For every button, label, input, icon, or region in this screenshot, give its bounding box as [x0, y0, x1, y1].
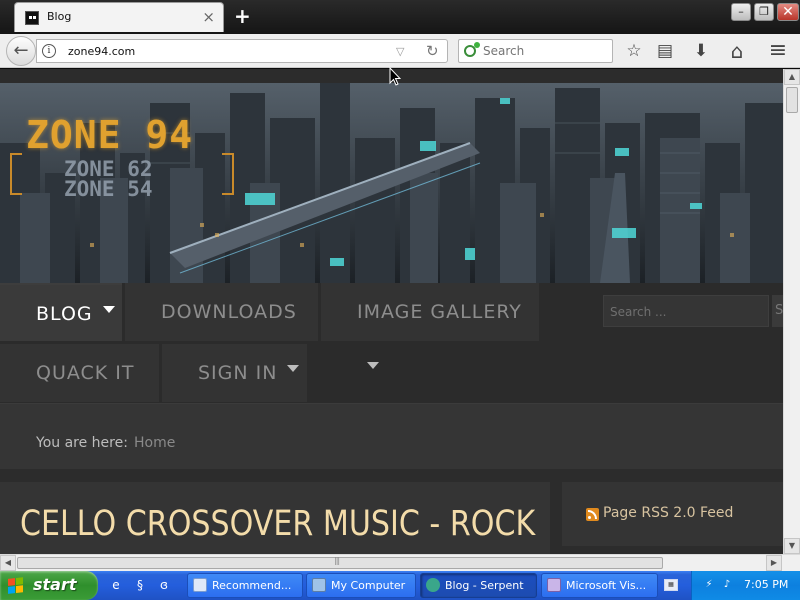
- scroll-down-icon[interactable]: ▼: [784, 538, 800, 554]
- tab-blog[interactable]: Blog ×: [14, 2, 224, 32]
- history-dropdown-icon[interactable]: ▽: [396, 45, 404, 58]
- breadcrumb-home-link[interactable]: Home: [134, 435, 175, 451]
- home-icon[interactable]: ⌂: [727, 41, 747, 62]
- mouse-pointer-icon: [389, 67, 401, 86]
- download-icon[interactable]: ⬇: [691, 42, 711, 62]
- site-favicon-icon: [25, 11, 39, 25]
- tab-close-icon[interactable]: ×: [202, 8, 215, 26]
- site-search-button[interactable]: S: [772, 295, 783, 327]
- search-engine-icon[interactable]: [464, 42, 480, 57]
- scroll-left-icon[interactable]: ◀: [0, 555, 16, 571]
- back-button[interactable]: ←: [6, 36, 36, 66]
- caret-down-icon: [102, 306, 115, 313]
- ie-alt-quicklaunch-icon[interactable]: ɞ: [156, 577, 172, 593]
- minimize-button[interactable]: –: [731, 3, 751, 21]
- network-icon[interactable]: ⚡: [702, 579, 716, 591]
- system-tray: ⚡ ♪ 7:05 PM: [691, 571, 800, 600]
- taskbar-item-my-computer[interactable]: My Computer: [306, 573, 416, 598]
- article-header: CELLO CROSSOVER MUSIC - ROCK: [0, 482, 550, 554]
- menu-item-downloads[interactable]: DOWNLOADS: [125, 283, 318, 369]
- computer-icon: [312, 578, 326, 592]
- reload-icon[interactable]: ↻: [426, 42, 439, 60]
- menu-item-blog[interactable]: BLOG: [0, 283, 122, 341]
- keyboard-language-icon[interactable]: ▦: [664, 579, 678, 591]
- new-tab-button[interactable]: +: [234, 4, 251, 28]
- navigation-toolbar: ← i zone94.com ▽ ↻ ☆ ▤ ⬇ ⌂ ≡: [0, 34, 800, 68]
- menu-item-label: BLOG: [36, 303, 93, 325]
- menu-item-label: IMAGE GALLERY: [357, 301, 522, 323]
- address-bar[interactable]: i zone94.com ▽ ↻: [36, 39, 448, 63]
- logo-bracket-right: [222, 153, 234, 195]
- visual-studio-icon: [547, 578, 561, 592]
- site-logo[interactable]: ZONE 94 ZONE 62 ZONE 54: [10, 113, 234, 201]
- horizontal-scrollbar[interactable]: ◀ ▶: [0, 554, 800, 571]
- ie-quicklaunch-icon[interactable]: e: [108, 577, 124, 593]
- site-info-icon[interactable]: i: [42, 44, 56, 58]
- site-search-input[interactable]: Search ...: [603, 295, 769, 327]
- menu-item-image-gallery[interactable]: IMAGE GALLERY: [321, 283, 539, 369]
- maximize-button[interactable]: ❐: [754, 3, 774, 21]
- logo-sub-text-1: ZONE 62: [64, 157, 153, 181]
- menu-item-label: QUACK IT: [36, 362, 135, 384]
- breadcrumb-label: You are here:: [36, 435, 128, 451]
- taskbar-item-visual-studio[interactable]: Microsoft Vis...: [541, 573, 658, 598]
- scrollbar-corner: [783, 555, 800, 571]
- start-label: start: [33, 575, 77, 594]
- serpent-quicklaunch-icon[interactable]: §: [132, 577, 148, 593]
- taskbar-item-label: Recommend...: [212, 579, 292, 592]
- taskbar-item-label: Microsoft Vis...: [566, 579, 647, 592]
- vertical-scrollbar[interactable]: ▲ ▼: [783, 69, 800, 554]
- menu-item-label: SIGN IN: [198, 362, 278, 384]
- scroll-right-icon[interactable]: ▶: [766, 555, 782, 571]
- logo-sub-text-2: ZONE 54: [64, 177, 153, 201]
- site-banner: ZONE 94 ZONE 62 ZONE 54: [0, 83, 783, 283]
- windows-taskbar: start e § ɞ Recommend... My Computer Blo…: [0, 571, 800, 600]
- reading-list-icon[interactable]: ▤: [655, 42, 675, 62]
- menu-item-quack-it[interactable]: QUACK IT: [0, 344, 159, 402]
- url-text[interactable]: zone94.com: [68, 45, 135, 58]
- vertical-scroll-thumb[interactable]: [786, 87, 798, 113]
- browser-search-box[interactable]: [458, 39, 613, 63]
- volume-icon[interactable]: ♪: [720, 579, 734, 591]
- tab-title: Blog: [47, 10, 72, 23]
- taskbar-item-recommend[interactable]: Recommend...: [187, 573, 303, 598]
- start-button[interactable]: start: [0, 571, 98, 600]
- star-icon[interactable]: ☆: [624, 42, 644, 62]
- caret-down-icon: [287, 365, 300, 372]
- menu-item-label: DOWNLOADS: [161, 301, 297, 323]
- rss-feed-link[interactable]: Page RSS 2.0 Feed: [603, 505, 733, 521]
- horizontal-scroll-thumb[interactable]: [17, 556, 663, 569]
- browser-search-input[interactable]: [483, 44, 603, 58]
- notepad-icon: [193, 578, 207, 592]
- tab-bar: Blog × + – ❐ ✕: [0, 0, 800, 34]
- web-page: ZONE 94 ZONE 62 ZONE 54 BLOG DOWNLOADS I…: [0, 69, 783, 554]
- browser-window: Blog × + – ❐ ✕ ← i zone94.com ▽ ↻ ☆ ▤ ⬇ …: [0, 0, 800, 571]
- logo-main-text: ZONE 94: [26, 113, 194, 157]
- scroll-up-icon[interactable]: ▲: [784, 69, 800, 85]
- clock[interactable]: 7:05 PM: [744, 578, 788, 591]
- menu-item-sign-in[interactable]: SIGN IN: [162, 344, 307, 402]
- windows-logo-icon: [8, 577, 24, 595]
- taskbar-item-label: My Computer: [331, 579, 406, 592]
- close-window-button[interactable]: ✕: [777, 3, 799, 21]
- article-title[interactable]: CELLO CROSSOVER MUSIC - ROCK: [20, 504, 535, 544]
- caret-down-icon: [367, 362, 379, 369]
- logo-bracket-left: [10, 153, 22, 195]
- rss-feed-box: Page RSS 2.0 Feed: [562, 482, 783, 546]
- serpent-icon: [426, 578, 440, 592]
- taskbar-item-label: Blog - Serpent: [445, 579, 524, 592]
- menu-icon[interactable]: ≡: [768, 40, 788, 62]
- rss-icon[interactable]: [586, 508, 599, 521]
- breadcrumb: You are here: Home: [0, 403, 783, 469]
- taskbar-item-blog-serpent[interactable]: Blog - Serpent: [420, 573, 537, 598]
